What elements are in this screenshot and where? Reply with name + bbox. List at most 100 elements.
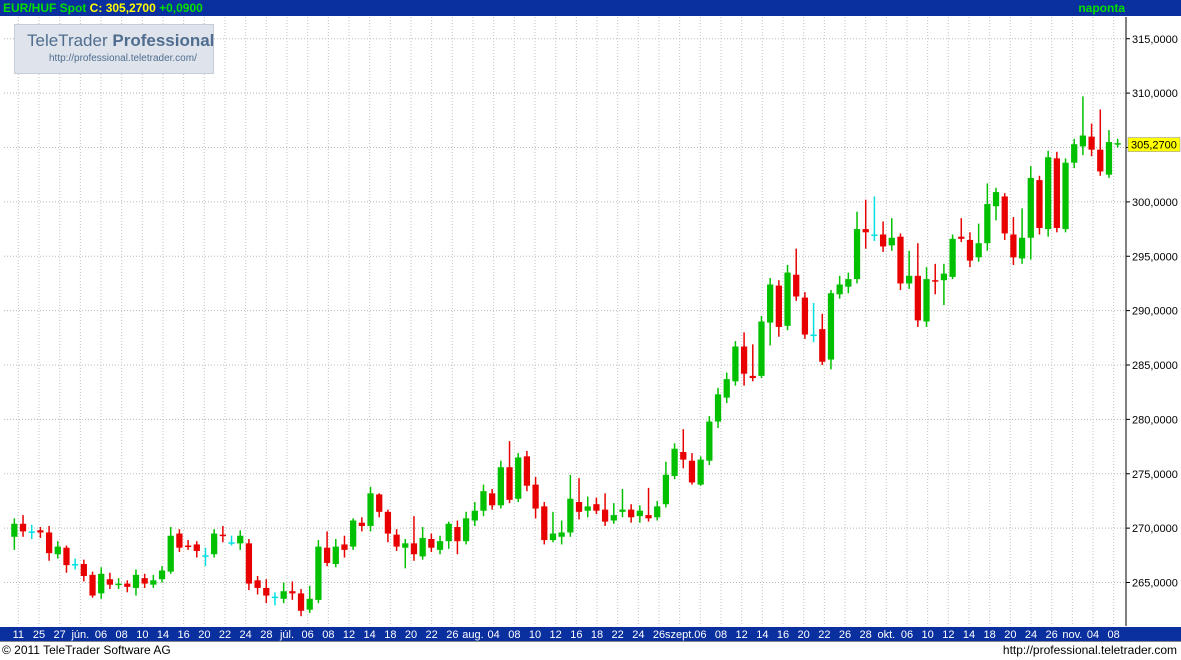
candle-body[interactable] [784,272,791,326]
candle-body[interactable] [306,598,313,610]
candle-body[interactable] [888,237,895,246]
candle-body[interactable] [45,532,53,554]
candle-body[interactable] [714,394,722,422]
candle-body[interactable] [419,537,426,557]
candle-body[interactable] [63,547,70,566]
candle-body[interactable] [19,523,27,532]
candle-body[interactable] [740,346,748,374]
candle-body[interactable] [940,273,948,281]
candle-body[interactable] [914,275,921,321]
candle-body[interactable] [350,520,357,547]
candle-body[interactable] [897,236,904,284]
candle-body[interactable] [688,460,696,483]
candle-body[interactable] [489,493,496,506]
candle-body[interactable] [958,236,965,239]
candle-body[interactable] [836,284,843,295]
candle-body[interactable] [237,535,244,544]
candle-body[interactable] [211,533,218,555]
candle-body[interactable] [124,583,131,587]
candle-body[interactable] [358,522,365,526]
candle-body[interactable] [1105,142,1113,175]
candle-body[interactable] [115,583,122,586]
candle-body[interactable] [1071,144,1078,163]
candle-body[interactable] [523,456,531,486]
candle-body[interactable] [158,570,166,580]
candle-body[interactable] [827,293,835,360]
candle-body[interactable] [541,506,548,541]
candle-body[interactable] [263,587,270,596]
candle-body[interactable] [54,546,61,555]
candle-body[interactable] [454,527,461,542]
candle-body[interactable] [254,580,261,588]
candle-body[interactable] [1036,180,1043,228]
candle-body[interactable] [654,506,661,518]
candle-body[interactable] [428,539,435,548]
candle-body[interactable] [98,573,105,594]
candle-body[interactable] [706,421,713,461]
candle-body[interactable] [297,593,305,611]
candle-body[interactable] [393,534,400,547]
candle-body[interactable] [1088,136,1095,150]
candle-body[interactable] [271,596,279,599]
candle-body[interactable] [558,532,565,537]
candle-body[interactable] [245,543,253,584]
candle-body[interactable] [219,534,226,537]
candle-body[interactable] [575,502,583,512]
candle-body[interactable] [193,544,200,551]
candle-body[interactable] [697,459,704,485]
candle-body[interactable] [1018,237,1026,259]
candle-body[interactable] [723,379,730,398]
candle-body[interactable] [315,546,322,600]
candle-body[interactable] [1027,177,1034,238]
candle-body[interactable] [584,506,591,511]
candle-body[interactable] [567,498,574,533]
candle-body[interactable] [767,284,774,323]
candle-body[interactable] [445,523,452,542]
candle-body[interactable] [497,467,504,506]
candle-body[interactable] [975,243,982,258]
candle-body[interactable] [480,491,487,511]
candle-body[interactable] [150,580,157,585]
candle-body[interactable] [184,545,192,548]
candle-body[interactable] [923,279,930,322]
candle-body[interactable] [515,457,522,499]
candle-body[interactable] [11,523,18,537]
candle-body[interactable] [879,234,887,247]
candle-body[interactable] [280,591,287,599]
candle-body[interactable] [384,511,392,534]
candle-body[interactable] [549,533,557,541]
candle-body[interactable] [376,494,383,512]
candle-body[interactable] [402,543,409,548]
candle-body[interactable] [436,541,444,550]
candle-body[interactable] [471,510,478,521]
candle-body[interactable] [610,515,617,521]
candle-body[interactable] [966,239,974,261]
candle-body[interactable] [323,547,331,563]
candle-body[interactable] [367,493,374,526]
candle-body[interactable] [671,448,678,476]
candle-body[interactable] [732,346,739,382]
candle-body[interactable] [1053,158,1060,228]
candlestick-chart[interactable]: 315,0000 310,0000 300,0000 295,0000 290,0000… [0,0,1181,659]
candle-body[interactable] [506,467,513,500]
candle-body[interactable] [680,452,687,460]
candle-body[interactable] [853,229,861,280]
candle-body[interactable] [862,229,869,233]
candle-body[interactable] [410,543,418,555]
candle-body[interactable] [906,275,913,284]
candle-body[interactable] [793,274,800,297]
candle-body[interactable] [871,234,878,237]
candle-body[interactable] [176,533,183,548]
candle-body[interactable] [775,285,782,327]
candle-body[interactable] [1010,234,1017,258]
candle-body[interactable] [992,192,1000,207]
candle-body[interactable] [167,535,174,572]
candle-body[interactable] [801,297,809,335]
candle-body[interactable] [28,531,35,533]
candle-body[interactable] [601,509,609,522]
candle-body[interactable] [845,279,852,287]
candle-body[interactable] [1045,157,1052,230]
candle-body[interactable] [662,474,670,505]
candle-body[interactable] [72,564,79,566]
candle-body[interactable] [984,204,991,244]
